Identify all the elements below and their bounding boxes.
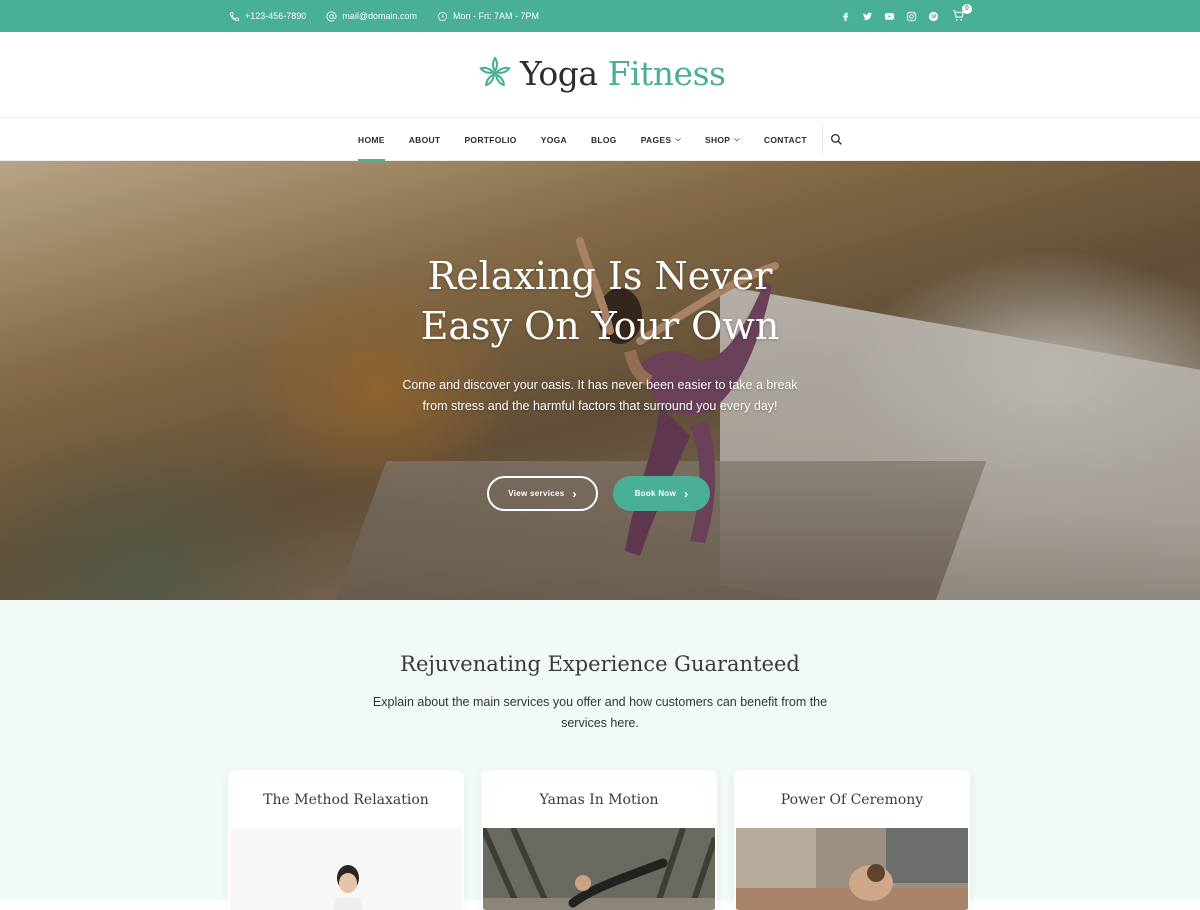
service-card-image (230, 828, 462, 910)
nav-label-blog: BLOG (590, 134, 617, 145)
contact-info: +123-456-7890 mail@domain.com Mon - Fri:… (229, 0, 559, 32)
site-header: Yoga Fitness (0, 32, 1200, 118)
service-card-title: Yamas In Motion (539, 792, 659, 808)
services-section: Rejuvenating Experience Guaranteed Expla… (0, 600, 1200, 910)
view-services-button[interactable]: View services › (487, 476, 598, 511)
service-card-image (483, 828, 715, 910)
nav-item-yoga[interactable]: YOGA (529, 118, 579, 161)
nav-item-blog[interactable]: BLOG (579, 118, 629, 161)
nav-item-home[interactable]: HOME (346, 118, 397, 161)
facebook-icon[interactable] (840, 11, 851, 22)
at-icon (326, 11, 337, 21)
email-contact[interactable]: mail@domain.com (326, 11, 417, 22)
hero-text: Come and discover your oasis. It has nev… (402, 378, 798, 413)
nav-item-portfolio[interactable]: PORTFOLIO (452, 118, 528, 161)
nav-item-pages[interactable]: PAGES ⌵ (629, 118, 693, 161)
twitter-icon[interactable] (862, 11, 873, 22)
flower-logo-icon (479, 56, 511, 87)
services-lead: Explain about the main services you offe… (372, 695, 828, 730)
hours-info: Mon - Fri: 7AM - 7PM (437, 11, 539, 22)
pinterest-icon[interactable] (928, 11, 939, 22)
search-icon[interactable] (830, 133, 843, 146)
youtube-icon[interactable] (884, 11, 895, 22)
opening-hours: Mon - Fri: 7AM - 7PM (452, 11, 539, 21)
nav-item-shop[interactable]: SHOP ⌵ (693, 118, 752, 161)
services-heading: Rejuvenating Experience Guaranteed (400, 652, 800, 676)
nav-label-portfolio: PORTFOLIO (464, 134, 517, 145)
hero-title-line2: Easy On Your Own (420, 304, 780, 348)
email-address: mail@domain.com (342, 11, 417, 21)
nav-label-about: ABOUT (408, 134, 441, 145)
nav-label-contact: CONTACT (763, 134, 807, 145)
nav-label-yoga: YOGA (540, 134, 567, 145)
cart-count-badge: 0 (962, 4, 972, 14)
service-card[interactable]: Power Of Ceremony (734, 770, 970, 910)
view-services-label: View services (508, 489, 565, 498)
service-card-image (736, 828, 968, 910)
chevron-right-icon: › (572, 486, 577, 501)
top-bar: +123-456-7890 mail@domain.com Mon - Fri:… (0, 0, 1200, 32)
nav-label-home: HOME (358, 134, 385, 145)
cart-button[interactable]: 0 (952, 4, 972, 23)
phone-icon (229, 11, 240, 21)
service-card[interactable]: Yamas In Motion (481, 770, 717, 910)
nav-divider (822, 124, 823, 154)
nav-item-about[interactable]: ABOUT (397, 118, 453, 161)
clock-icon (437, 11, 448, 21)
nav-label-pages: PAGES (640, 134, 672, 145)
book-now-label: Book Now (634, 489, 677, 498)
nav-menu: HOME ABOUT PORTFOLIO YOGA BLOG PAGES ⌵ SH… (346, 118, 819, 161)
phone-number: +123-456-7890 (245, 11, 307, 21)
logo-word-yoga: Yoga (520, 53, 598, 93)
site-logo[interactable]: Yoga Fitness (474, 52, 726, 94)
service-card-title: Power Of Ceremony (780, 792, 924, 808)
nav-label-shop: SHOP (704, 134, 731, 145)
main-navigation: HOME ABOUT PORTFOLIO YOGA BLOG PAGES ⌵ SH… (0, 118, 1200, 161)
book-now-button[interactable]: Book Now › (613, 476, 710, 511)
hero-title: Relaxing Is Never Easy On Your Own (300, 251, 900, 351)
chevron-down-icon: ⌵ (734, 135, 740, 143)
logo-word-fitness: Fitness (607, 53, 726, 93)
nav-item-contact[interactable]: CONTACT (752, 118, 819, 161)
hero-banner: Relaxing Is Never Easy On Your Own Come … (0, 161, 1200, 600)
chevron-down-icon: ⌵ (675, 135, 681, 143)
social-links: 0 (829, 0, 972, 32)
phone-contact[interactable]: +123-456-7890 (229, 11, 306, 22)
service-card-title: The Method Relaxation (263, 792, 429, 808)
hero-title-line1: Relaxing Is Never (427, 254, 773, 298)
service-card[interactable]: The Method Relaxation (228, 770, 464, 910)
instagram-icon[interactable] (906, 11, 917, 22)
chevron-right-icon: › (684, 486, 689, 501)
